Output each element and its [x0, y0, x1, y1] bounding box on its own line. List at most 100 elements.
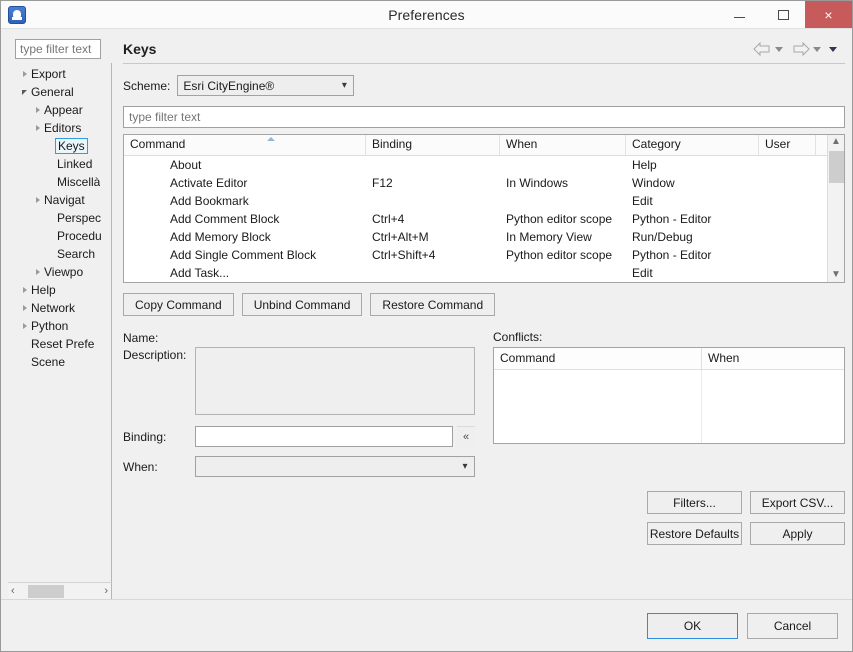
table-column-label: Category [632, 137, 681, 151]
title-bar: Preferences × [1, 1, 852, 29]
cancel-button[interactable]: Cancel [747, 612, 838, 639]
scroll-down-icon[interactable]: ▼ [831, 270, 841, 280]
cell-command: About [170, 158, 202, 172]
table-row[interactable]: About Help [124, 156, 827, 174]
view-menu-icon[interactable] [829, 46, 837, 52]
table-row[interactable]: Add Bookmark Edit [124, 192, 827, 210]
table-row[interactable]: Add Single Comment Block Ctrl+Shift+4 Pyth… [124, 246, 827, 264]
cell-binding [366, 192, 500, 210]
cell-user [759, 192, 816, 210]
chevron-right-icon[interactable] [31, 125, 44, 131]
chevron-right-icon[interactable] [18, 323, 31, 329]
filters-button[interactable]: Filters... [647, 491, 742, 514]
chevron-right-icon[interactable] [31, 269, 44, 275]
sidebar-item-editors[interactable]: Editors [8, 119, 111, 137]
sidebar-item-general[interactable]: General [8, 83, 111, 101]
sidebar-item-perspec[interactable]: Perspec [8, 209, 111, 227]
chevron-down-icon[interactable] [18, 89, 31, 95]
table-column-command[interactable]: Command [124, 135, 366, 155]
sidebar-item-export[interactable]: Export [8, 65, 111, 83]
table-column-label: Binding [372, 137, 413, 151]
forward-dropdown-icon[interactable] [813, 46, 821, 52]
preferences-sidebar: type filter text Export General Appear Edit… [8, 35, 112, 599]
when-label: When: [123, 459, 158, 474]
cell-user [759, 246, 816, 264]
table-row[interactable]: Add Comment Block Ctrl+4 Python editor sco… [124, 210, 827, 228]
apply-button[interactable]: Apply [750, 522, 845, 545]
binding-chevron-button[interactable]: « [457, 426, 475, 447]
back-arrow-icon[interactable] [753, 41, 772, 57]
cell-user [759, 210, 816, 228]
sidebar-item-viewpo[interactable]: Viewpo [8, 263, 111, 281]
description-label: Description: [123, 348, 187, 362]
table-body[interactable]: About Help Activate Editor F12 In Windows Win… [124, 156, 827, 282]
scroll-right-icon[interactable]: › [104, 585, 108, 597]
table-column-when[interactable]: When [500, 135, 626, 155]
table-vertical-scrollbar[interactable]: ▲ ▼ [827, 135, 844, 282]
sidebar-item-appear[interactable]: Appear [8, 101, 111, 119]
conflicts-column-command[interactable]: Command [494, 348, 702, 369]
sidebar-item-miscell[interactable]: Miscellà [8, 173, 111, 191]
cell-when: Python editor scope [506, 248, 613, 262]
table-column-user[interactable]: User [759, 135, 816, 155]
sidebar-filter-input[interactable]: type filter text [15, 39, 101, 59]
forward-arrow-icon[interactable] [791, 41, 810, 57]
restore-defaults-button[interactable]: Restore Defaults [647, 522, 742, 545]
close-button[interactable]: × [805, 1, 852, 28]
table-column-category[interactable]: Category [626, 135, 759, 155]
table-row[interactable]: Add Memory Block Ctrl+Alt+M In Memory View… [124, 228, 827, 246]
scrollbar-thumb[interactable] [829, 151, 844, 183]
ok-button[interactable]: OK [647, 612, 738, 639]
sidebar-item-scene[interactable]: Scene [8, 353, 111, 371]
minimize-button[interactable] [717, 1, 761, 28]
back-dropdown-icon[interactable] [775, 46, 783, 52]
restore-command-button[interactable]: Restore Command [370, 293, 496, 316]
conflicts-table[interactable]: Command When [493, 347, 845, 444]
export-csv-button[interactable]: Export CSV... [750, 491, 845, 514]
filters-export-row: Filters... Export CSV... [647, 491, 845, 514]
table-column-binding[interactable]: Binding [366, 135, 500, 155]
scheme-select[interactable]: Esri CityEngine® ▾ [177, 75, 355, 96]
cell-command: Add Task... [170, 266, 230, 280]
sidebar-item-network[interactable]: Network [8, 299, 111, 317]
scroll-left-icon[interactable]: ‹ [11, 585, 15, 597]
chevron-right-icon[interactable] [18, 71, 31, 77]
chevron-right-icon[interactable] [31, 107, 44, 113]
preferences-tree[interactable]: Export General Appear Editors Keys Linked Misc… [8, 63, 112, 582]
sidebar-item-help[interactable]: Help [8, 281, 111, 299]
sidebar-item-reset-prefe[interactable]: Reset Prefe [8, 335, 111, 353]
sidebar-item-procedu[interactable]: Procedu [8, 227, 111, 245]
scrollbar-thumb[interactable] [28, 585, 64, 598]
scroll-up-icon[interactable]: ▲ [831, 137, 841, 147]
scheme-row: Scheme: Esri CityEngine® ▾ [123, 75, 845, 96]
keys-filter-input[interactable]: type filter text [123, 106, 845, 128]
when-select[interactable]: ▾ [195, 456, 475, 477]
sidebar-item-keys[interactable]: Keys [8, 137, 111, 155]
maximize-button[interactable] [761, 1, 805, 28]
cell-when: In Memory View [506, 230, 592, 244]
sidebar-item-label: Appear [44, 103, 83, 117]
binding-input[interactable] [195, 426, 453, 447]
copy-command-button[interactable]: Copy Command [123, 293, 234, 316]
table-row[interactable]: Add Task... Edit [124, 264, 827, 282]
sidebar-item-python[interactable]: Python [8, 317, 111, 335]
cell-category: Run/Debug [632, 230, 693, 244]
description-textarea[interactable] [195, 347, 475, 415]
chevron-right-icon[interactable] [31, 197, 44, 203]
cell-when [500, 264, 626, 282]
table-row[interactable]: Activate Editor F12 In Windows Window [124, 174, 827, 192]
sidebar-item-navigat[interactable]: Navigat [8, 191, 111, 209]
chevron-right-icon[interactable] [18, 287, 31, 293]
conflicts-column-when[interactable]: When [702, 348, 844, 369]
unbind-command-button[interactable]: Unbind Command [241, 293, 363, 316]
chevron-right-icon[interactable] [18, 305, 31, 311]
sidebar-horizontal-scrollbar[interactable]: ‹ › [8, 582, 112, 599]
sidebar-item-search[interactable]: Search [8, 245, 111, 263]
cell-binding: F12 [372, 176, 393, 190]
table-column-label: User [765, 137, 791, 151]
sidebar-item-linked[interactable]: Linked [8, 155, 111, 173]
scheme-label: Scheme: [123, 78, 171, 93]
sidebar-item-label: Viewpo [44, 265, 84, 279]
name-label: Name: [123, 331, 159, 345]
sidebar-item-label: Network [31, 301, 76, 315]
